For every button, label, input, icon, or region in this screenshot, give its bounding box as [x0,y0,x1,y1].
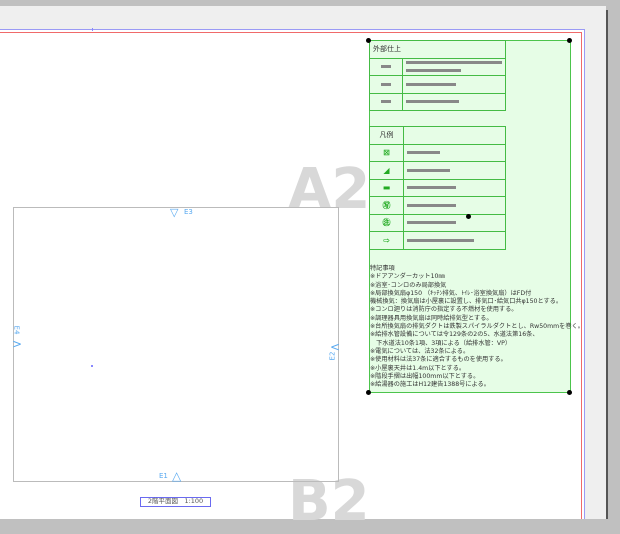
note-line: ※浴室･コンロのみ局部換気 [370,281,447,289]
canvas-edge [606,10,608,519]
note-line: ※使用材料は法37条に適合するものを使用する。 [370,356,507,364]
supply-vent-icon: ▬ [369,178,404,197]
heat-detector-icon: ㊟ [369,213,404,232]
airflow-arrow-icon: ⇨ [369,231,404,250]
sheet-border-right [584,29,585,519]
exhaust-fan-icon: ⊠ [369,143,404,162]
elevation-marker-left[interactable]: > [12,337,22,351]
legend-header: 凡例 [369,126,404,145]
note-line: ※給排水管設備については令129条の2の5、水道法第16条、 [370,331,539,339]
view-title-box[interactable]: 2階平面図 1:100 [140,497,211,507]
elevation-marker-top[interactable]: ▽ [170,206,178,219]
grip-handle[interactable] [366,390,371,395]
grip-handle[interactable] [567,390,572,395]
note-line: ※階段手摺は出幅100mm以下とする。 [370,372,480,380]
elevation-label-e4: E4 [12,325,21,335]
elevation-label-e3: E3 [184,208,193,216]
note-line: ※ドアアンダーカット10㎜ [370,273,445,281]
note-line: ※コンロ廻りは消防庁の指定する不燃材を使用する。 [370,306,518,314]
floor-plan-viewport[interactable] [13,207,339,482]
elevation-marker-bottom[interactable]: △ [172,469,181,483]
note-line: ※給湯器の施工はH12建告1388号による。 [370,381,490,389]
frame-border-top [0,32,582,33]
finish-table-header: 外部仕上 [369,40,506,59]
frame-border-right [581,32,582,519]
vent-icon: ◢ [369,161,404,180]
note-line: 下水道法10条1項、3項による（給排水管：VP） [370,339,512,347]
plan-center-point [91,365,93,367]
smoke-detector-icon: ㊢ [369,196,404,215]
exterior-finish-table: 外部仕上 [369,40,506,111]
plan-axis-tick [92,28,93,31]
legend-table: 凡例 ⊠ ◢ ▬ ㊢ ㊟ ⇨ [369,126,506,250]
elevation-label-e2: E2 [328,351,337,361]
elevation-label-e1: E1 [159,472,168,480]
grip-handle[interactable] [466,214,471,219]
sheet-watermark-b2: B2 [288,469,370,534]
note-line: ※小屋裏天井は1.4m以下とする。 [370,364,466,372]
special-notes: 特記事項 ※ドアアンダーカット10㎜ ※浴室･コンロのみ局部換気 ※局部換気扇φ… [370,265,584,389]
note-line: ※調理器具用換気扇は同時給排気型とする。 [370,314,493,322]
grip-handle[interactable] [567,38,572,43]
grip-handle[interactable] [366,38,371,43]
sheet-border-top [0,29,585,30]
note-line: ※局部換気扇φ150 （ｷｯﾁﾝ排気、ﾄｲﾚ･浴室換気扇）はFD付 [370,289,532,297]
